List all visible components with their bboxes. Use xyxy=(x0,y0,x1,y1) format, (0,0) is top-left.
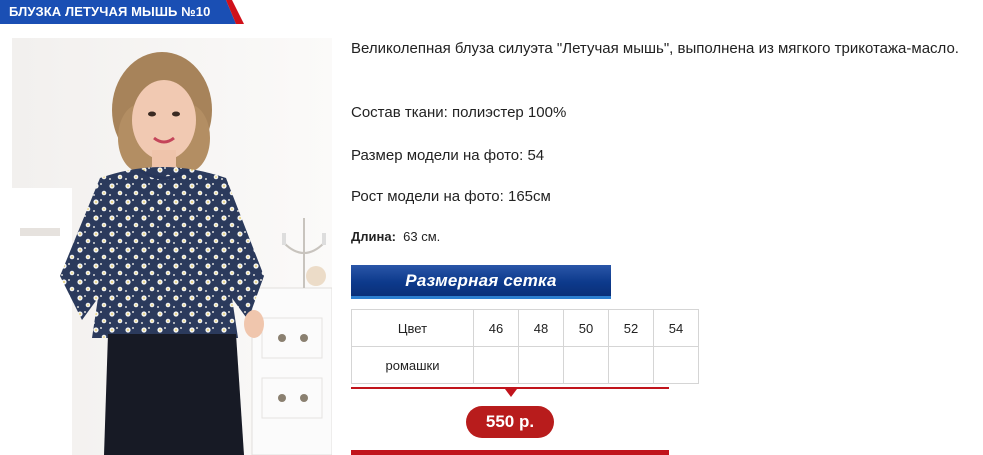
size-cell-46[interactable] xyxy=(473,346,519,384)
price-pointer-icon xyxy=(505,389,517,397)
model-size: Размер модели на фото: 54 xyxy=(351,147,545,164)
size-chart-button[interactable]: Размерная сетка xyxy=(351,265,611,299)
size-table-header-52: 52 xyxy=(608,309,654,347)
color-name-cell: ромашки xyxy=(351,346,474,384)
size-table-header-row: Цвет 46 48 50 52 54 xyxy=(351,309,699,347)
size-chart-button-label: Размерная сетка xyxy=(405,271,557,290)
model-height: Рост модели на фото: 165см xyxy=(351,188,551,205)
size-cell-48[interactable] xyxy=(518,346,564,384)
size-table-header-48: 48 xyxy=(518,309,564,347)
size-table: Цвет 46 48 50 52 54 ромашки xyxy=(351,309,699,384)
size-table-header-color: Цвет xyxy=(351,309,474,347)
product-photo[interactable] xyxy=(12,38,332,455)
product-title-bar: БЛУЗКА ЛЕТУЧАЯ МЫШЬ №10 xyxy=(0,0,246,24)
fabric-composition: Состав ткани: полиэстер 100% xyxy=(351,104,567,121)
size-table-header-46: 46 xyxy=(473,309,519,347)
size-table-header-50: 50 xyxy=(563,309,609,347)
product-length: Длина: 63 см. xyxy=(351,229,440,244)
length-value: 63 см. xyxy=(403,229,441,244)
length-label: Длина: xyxy=(351,229,396,244)
size-table-row: ромашки xyxy=(351,346,699,384)
size-cell-52[interactable] xyxy=(608,346,654,384)
size-cell-54[interactable] xyxy=(653,346,699,384)
price-divider-bottom xyxy=(351,450,669,455)
size-table-header-54: 54 xyxy=(653,309,699,347)
product-description: Великолепная блуза силуэта "Летучая мышь… xyxy=(351,40,959,57)
product-title: БЛУЗКА ЛЕТУЧАЯ МЫШЬ №10 xyxy=(9,4,211,19)
size-cell-50[interactable] xyxy=(563,346,609,384)
price-badge: 550 р. xyxy=(466,406,554,438)
